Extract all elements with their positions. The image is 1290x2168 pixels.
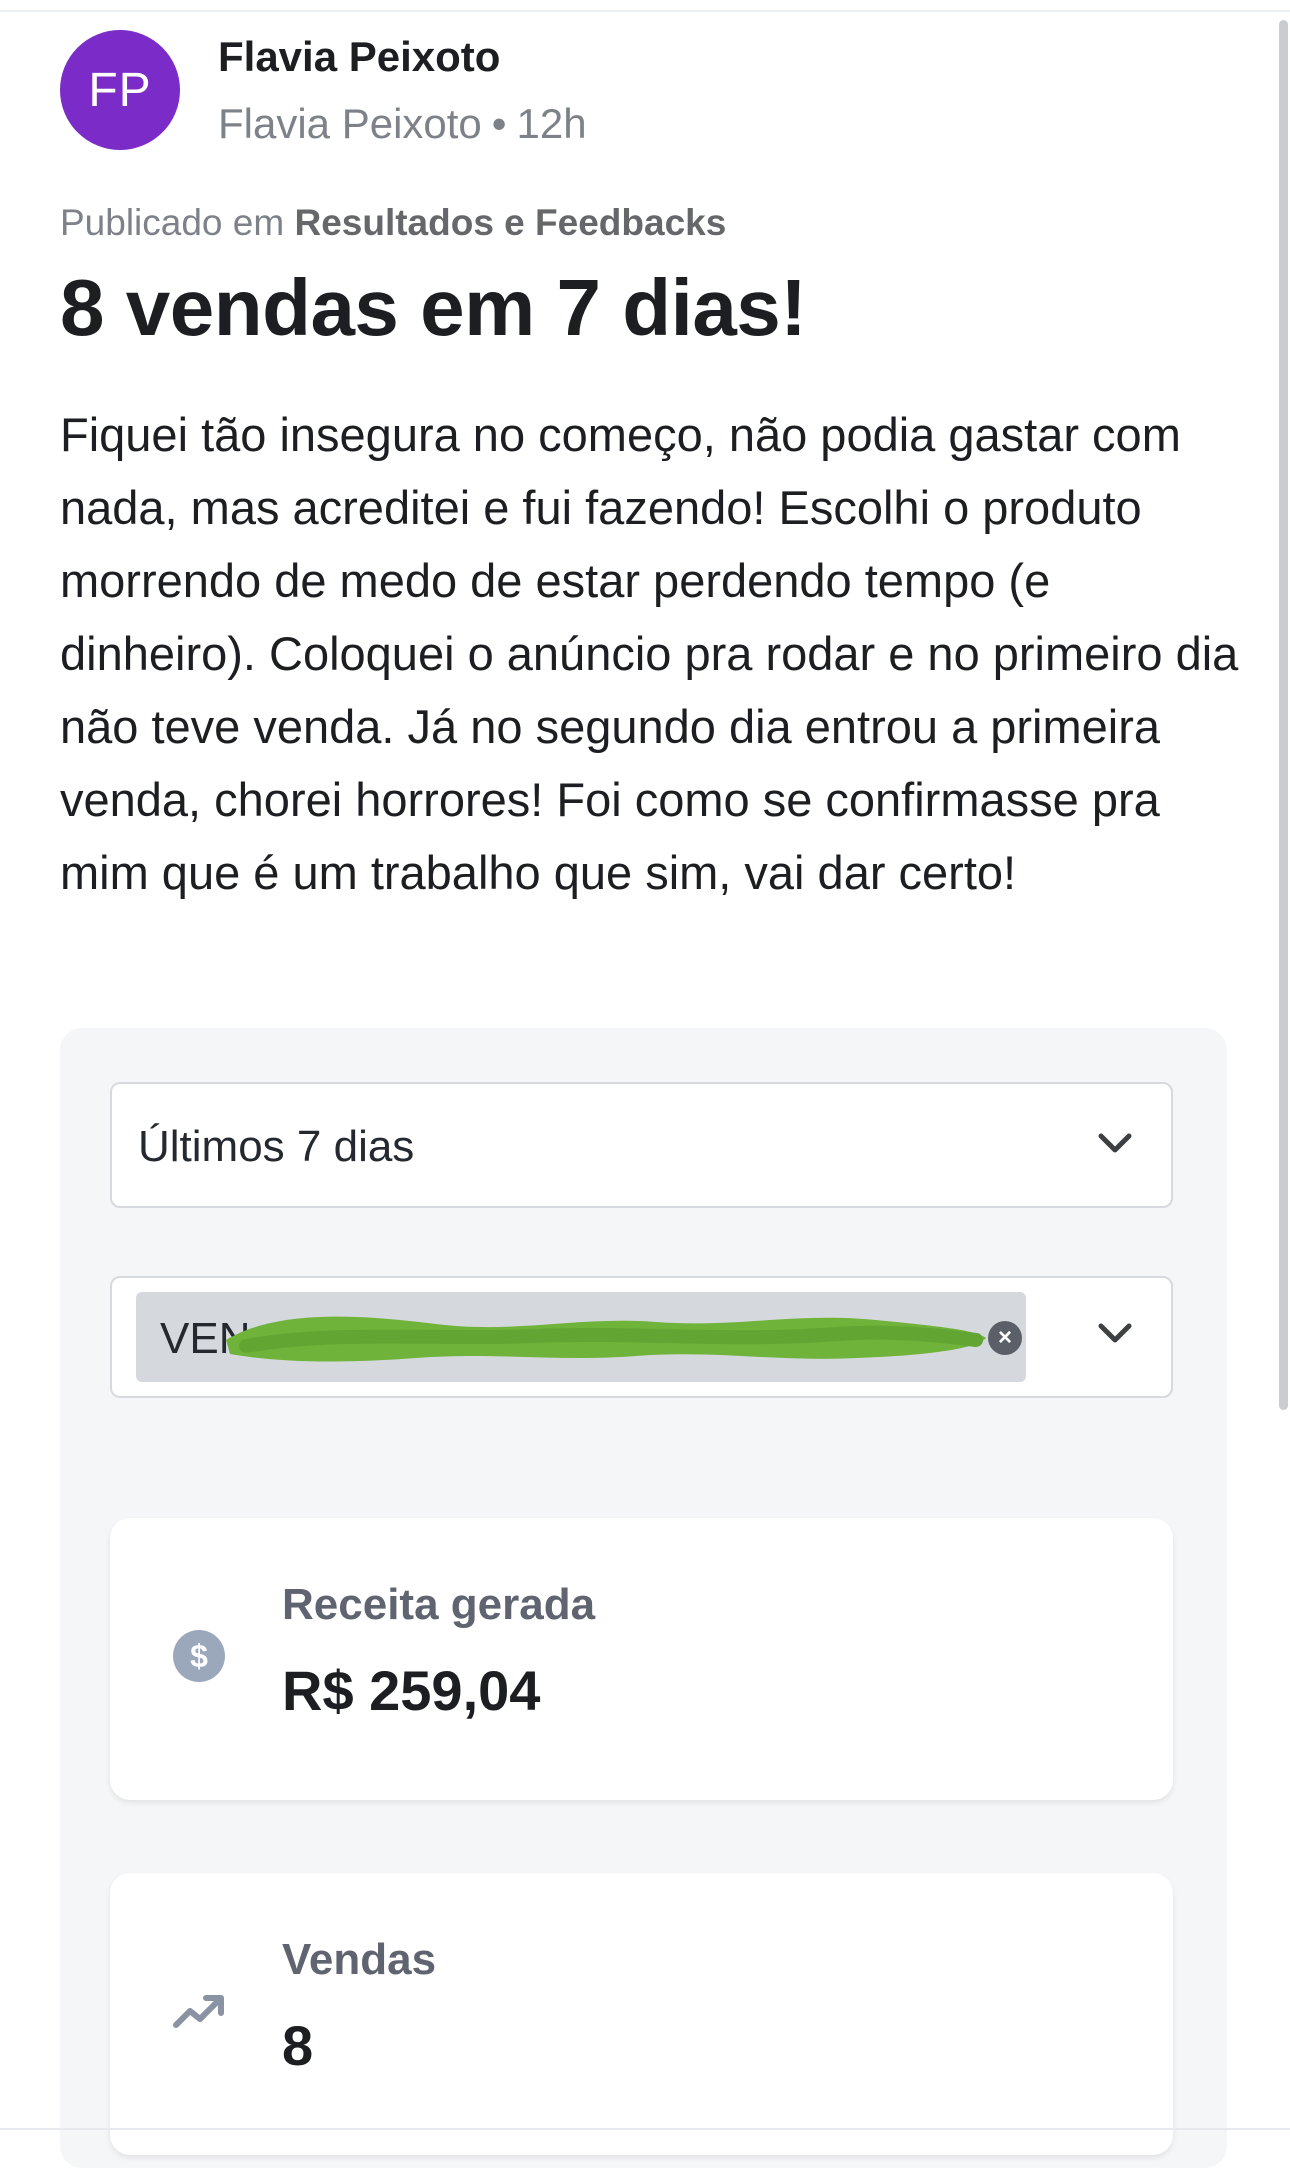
- sales-label: Vendas: [282, 1935, 437, 1984]
- author-name[interactable]: Flavia Peixoto: [218, 33, 500, 81]
- avatar[interactable]: FP: [60, 30, 180, 150]
- revenue-card: $ Receita gerada R$ 259,04: [110, 1518, 1173, 1800]
- close-circle-icon[interactable]: ×: [988, 1321, 1022, 1355]
- sales-dashboard-image: Últimos 7 dias VEN × $ Receita gerada R$…: [60, 1028, 1227, 2168]
- scrollbar[interactable]: [1279, 20, 1288, 1410]
- group-link[interactable]: Resultados e Feedbacks: [294, 202, 726, 243]
- post-time[interactable]: 12h: [517, 100, 587, 147]
- period-select[interactable]: Últimos 7 dias: [110, 1082, 1173, 1208]
- published-in: Publicado em Resultados e Feedbacks: [60, 202, 726, 244]
- sales-card: Vendas 8: [110, 1873, 1173, 2155]
- product-chip[interactable]: VEN ×: [136, 1292, 1026, 1382]
- trending-up-icon: [173, 1995, 224, 2028]
- post-title: 8 vendas em 7 dias!: [60, 263, 807, 352]
- bottom-divider: [0, 2128, 1290, 2130]
- product-select[interactable]: VEN ×: [110, 1276, 1173, 1398]
- period-select-value: Últimos 7 dias: [138, 1122, 415, 1171]
- revenue-value: R$ 259,04: [282, 1659, 541, 1722]
- author-subname[interactable]: Flavia Peixoto: [218, 100, 482, 147]
- separator-dot: •: [491, 100, 507, 147]
- avatar-initials: FP: [88, 63, 152, 117]
- author-meta: Flavia Peixoto • 12h: [218, 100, 587, 148]
- published-prefix: Publicado em: [60, 202, 285, 243]
- top-divider: [0, 10, 1290, 12]
- chevron-down-icon[interactable]: [1095, 1318, 1135, 1348]
- post-body: Fiquei tão insegura no começo, não podia…: [60, 408, 1239, 899]
- dollar-circle-icon: $: [173, 1630, 225, 1682]
- redaction-scribble: [226, 1316, 986, 1362]
- revenue-label: Receita gerada: [282, 1580, 596, 1629]
- chevron-down-icon[interactable]: [1095, 1128, 1135, 1158]
- svg-text:$: $: [190, 1638, 208, 1674]
- sales-value: 8: [282, 2014, 314, 2077]
